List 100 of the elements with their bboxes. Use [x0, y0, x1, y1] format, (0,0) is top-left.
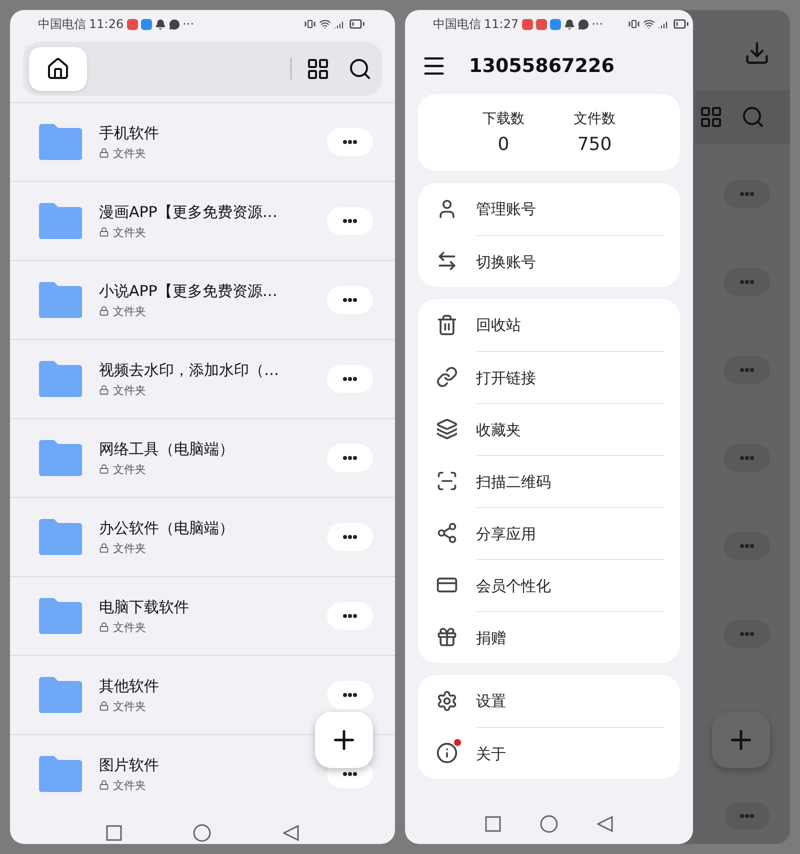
lock-icon [99, 780, 109, 790]
dimmed-more-button[interactable] [724, 356, 770, 384]
folder-icon [37, 123, 83, 161]
more-dots-icon [343, 140, 357, 144]
more-button[interactable] [327, 602, 373, 630]
more-dots-icon [740, 368, 754, 372]
menu-item[interactable]: 收藏夹 [476, 402, 664, 456]
folder-type: 文件夹 [113, 304, 146, 318]
dimmed-add-button[interactable] [712, 712, 770, 768]
grid-icon [699, 105, 723, 129]
back-triangle-icon[interactable] [597, 816, 614, 832]
dimmed-more-button[interactable] [724, 802, 770, 830]
menu-item[interactable]: 打开链接 [476, 350, 664, 404]
folder-row[interactable]: 小说APP【更多免费资源… 文件夹 [10, 260, 395, 339]
folder-name: 办公软件（电脑端） [99, 518, 235, 538]
folder-type: 文件夹 [113, 224, 146, 240]
more-dots-icon [343, 772, 357, 776]
folder-row[interactable]: 办公软件（电脑端） 文件夹 [10, 497, 395, 576]
app-notification-icon [522, 18, 533, 30]
dimmed-more-button[interactable] [724, 532, 770, 560]
vibrate-icon [304, 18, 316, 30]
app-notification-icon [126, 18, 138, 30]
carrier-name: 中国电信 [433, 16, 481, 32]
more-button[interactable] [327, 681, 373, 709]
folder-row[interactable]: 手机软件 文件夹 [10, 102, 395, 181]
more-dots-icon [740, 456, 754, 460]
folder-row[interactable]: 视频去水印，添加水印（… 文件夹 [10, 339, 395, 418]
more-dots-icon [343, 614, 357, 618]
dimmed-more-button[interactable] [724, 620, 770, 648]
folder-row[interactable]: 网络工具（电脑端） 文件夹 [10, 418, 395, 497]
folder-name: 视频去水印，添加水印（… [99, 360, 280, 380]
folder-icon [37, 202, 83, 240]
menu-item[interactable]: 会员个性化 [476, 558, 664, 612]
folder-name: 小说APP【更多免费资源… [99, 282, 278, 300]
home-button[interactable] [29, 47, 87, 91]
more-dots-icon [740, 632, 754, 636]
square-nav-icon[interactable] [106, 825, 122, 841]
folder-icon [37, 597, 83, 635]
carrier-name: 中国电信 [38, 16, 86, 32]
app-notification-icon [536, 18, 547, 30]
lock-icon [99, 543, 109, 553]
folder-row[interactable]: 电脑下载软件 文件夹 [10, 576, 395, 655]
menu-item[interactable]: 捐赠 [476, 610, 664, 664]
stat-value: 750 [577, 134, 612, 155]
lock-icon [99, 306, 109, 316]
bell-icon [564, 18, 575, 30]
dimmed-more-button[interactable] [724, 444, 770, 472]
more-dots-icon [343, 377, 357, 381]
more-dots-icon [740, 544, 754, 548]
back-triangle-icon[interactable] [283, 825, 300, 841]
circle-nav-icon[interactable] [540, 815, 558, 833]
clock-time: 11:26 [89, 17, 124, 31]
folder-icon [37, 755, 83, 793]
grid-icon [306, 57, 330, 81]
folder-name: 漫画APP【更多免费资源… [99, 202, 278, 222]
more-button[interactable] [327, 365, 373, 393]
app-notification-icon [550, 18, 561, 30]
menu-item[interactable]: 管理账号 [476, 183, 664, 235]
more-dots-icon [343, 298, 357, 302]
circle-nav-icon[interactable] [193, 824, 212, 842]
more-dots-icon [343, 219, 357, 223]
folder-type: 文件夹 [113, 146, 146, 160]
menu-item[interactable]: 切换账号 [476, 234, 664, 288]
more-button[interactable] [327, 286, 373, 314]
home-icon [46, 57, 70, 81]
menu-item[interactable]: 设置 [476, 675, 664, 727]
account-number: 13055867226 [469, 55, 614, 77]
folder-type: 文件夹 [113, 540, 146, 556]
more-notifications: ··· [592, 17, 604, 31]
stat-value: 0 [498, 134, 510, 155]
dimmed-more-button[interactable] [724, 268, 770, 296]
dimmed-more-button[interactable] [724, 180, 770, 208]
folder-type: 文件夹 [113, 382, 146, 398]
clock-time: 11:27 [484, 17, 519, 31]
folder-icon [37, 281, 83, 319]
more-button[interactable] [327, 444, 373, 472]
folder-icon [37, 676, 83, 714]
folder-row[interactable]: 漫画APP【更多免费资源… 文件夹 [10, 181, 395, 260]
menu-item[interactable]: 扫描二维码 [476, 454, 664, 508]
folder-type: 文件夹 [113, 778, 146, 792]
menu-item[interactable]: 关于 [476, 726, 664, 780]
more-button[interactable] [327, 128, 373, 156]
add-button[interactable] [315, 712, 373, 768]
square-nav-icon[interactable] [484, 816, 501, 832]
bell-icon [154, 18, 166, 30]
menu-item[interactable]: 分享应用 [476, 506, 664, 560]
menu-item[interactable]: 回收站 [476, 299, 664, 351]
app-notification-icon [140, 18, 152, 30]
folder-name: 电脑下载软件 [99, 598, 190, 616]
search-icon [348, 57, 372, 81]
lock-icon [99, 227, 109, 237]
lock-icon [99, 464, 109, 474]
lock-icon [99, 385, 109, 395]
folder-type: 文件夹 [113, 698, 146, 714]
folder-icon [37, 439, 83, 477]
folder-name: 网络工具（电脑端） [99, 440, 235, 458]
more-dots-icon [740, 192, 754, 196]
more-button[interactable] [327, 207, 373, 235]
lock-icon [99, 622, 109, 632]
more-button[interactable] [327, 523, 373, 551]
